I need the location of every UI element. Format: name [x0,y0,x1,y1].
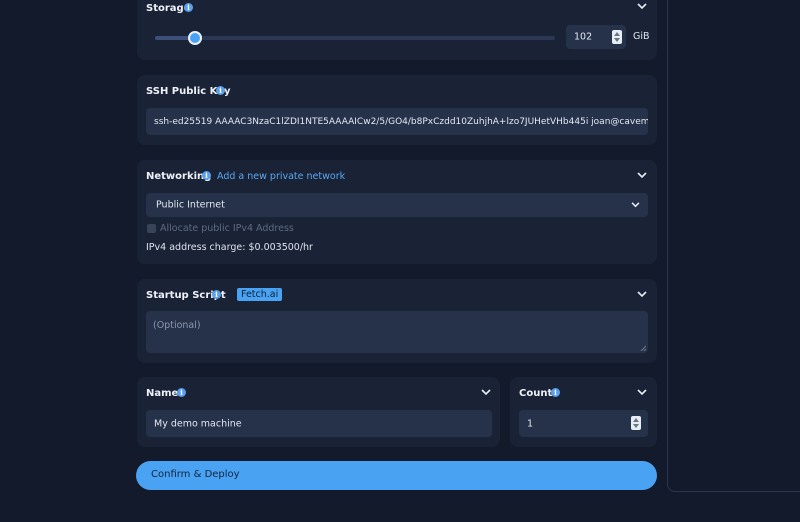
count-label: Count [519,388,553,399]
startup-script-card: Startup Script i Fetch.ai (Optional) [137,279,657,363]
networking-chevron-down-icon[interactable] [637,172,647,179]
machine-name-input[interactable]: My demo machine [146,410,492,437]
count-value: 1 [527,418,534,429]
storage-value-input[interactable]: 102 [566,25,626,49]
fetchai-tag[interactable]: Fetch.ai [237,288,283,301]
resize-handle-icon[interactable] [640,345,646,351]
storage-slider[interactable] [155,31,555,45]
count-chevron-down-icon[interactable] [637,389,647,396]
count-input[interactable]: 1 [519,410,648,437]
side-panel [667,0,800,492]
storage-value: 102 [574,31,593,43]
confirm-deploy-button[interactable]: Confirm & Deploy [136,461,657,490]
add-private-network-link[interactable]: Add a new private network [217,171,345,182]
ipv4-charge-text: IPv4 address charge: $0.003500/hr [146,242,313,253]
ssh-info-icon[interactable]: i [216,86,225,95]
count-stepper[interactable] [631,416,641,430]
ssh-card: SSH Public Key i ssh-ed25519 AAAAC3NzaC1… [137,75,657,145]
network-select[interactable]: Public Internet [146,193,648,217]
slider-handle[interactable] [188,31,202,45]
count-card: Count i 1 [510,377,657,447]
allocate-ipv4-label: Allocate public IPv4 Address [160,223,294,234]
startup-script-info-icon[interactable]: i [212,290,221,299]
startup-script-textarea[interactable]: (Optional) [146,311,648,353]
count-info-icon[interactable]: i [551,388,560,397]
allocate-ipv4-checkbox[interactable] [147,224,156,233]
network-selected-value: Public Internet [156,199,225,211]
slider-track [155,36,555,40]
networking-card: Networking i Add a new private network P… [137,160,657,264]
storage-chevron-down-icon[interactable] [637,3,647,10]
name-card: Name i My demo machine [137,377,500,447]
name-info-icon[interactable]: i [177,388,186,397]
storage-unit: GiB [633,31,650,42]
confirm-deploy-label: Confirm & Deploy [151,469,240,480]
storage-info-icon[interactable]: i [184,3,193,12]
name-label: Name [146,388,179,399]
storage-card: Storage i 102 GiB [137,0,657,60]
startup-script-chevron-down-icon[interactable] [637,291,647,298]
name-chevron-down-icon[interactable] [481,389,491,396]
storage-stepper[interactable] [612,30,622,44]
ssh-key-value: ssh-ed25519 AAAAC3NzaC1lZDI1NTE5AAAAICw2… [154,116,648,127]
machine-name-value: My demo machine [154,418,242,429]
network-select-chevron-down-icon [631,202,640,208]
networking-info-icon[interactable]: i [202,171,211,180]
ssh-key-input[interactable]: ssh-ed25519 AAAAC3NzaC1lZDI1NTE5AAAAICw2… [146,108,648,135]
startup-script-placeholder: (Optional) [153,320,201,331]
